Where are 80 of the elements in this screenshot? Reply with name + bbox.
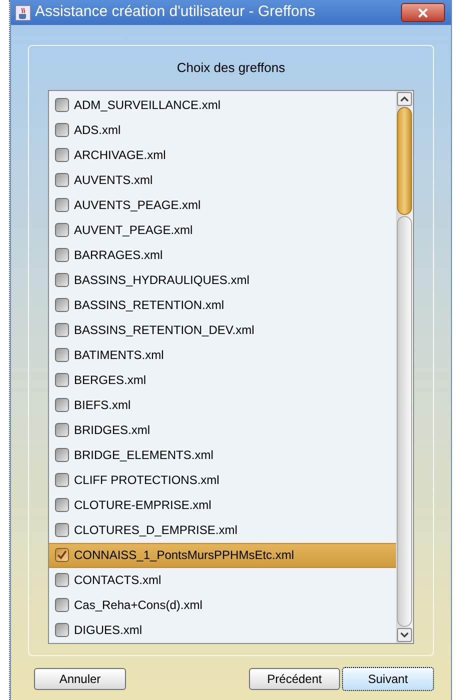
item-label: BASSINS_HYDRAULIQUES.xml	[74, 272, 250, 289]
list-item[interactable]: AUVENTS.xml	[49, 168, 396, 192]
checkbox[interactable]	[55, 148, 69, 162]
list-item[interactable]: BASSINS_RETENTION.xml	[49, 292, 396, 318]
item-label: AUVENT_PEAGE.xml	[74, 222, 193, 239]
checkbox[interactable]	[55, 373, 69, 387]
cancel-button[interactable]: Annuler	[34, 668, 126, 690]
list-item[interactable]: DIGUES.xml	[49, 618, 396, 642]
list-item[interactable]: BERGES.xml	[49, 368, 396, 392]
list-item[interactable]: AUVENTS_PEAGE.xml	[49, 192, 396, 218]
list-item[interactable]: ADM_SURVEILLANCE.xml	[49, 92, 396, 118]
list-item[interactable]: BASSINS_HYDRAULIQUES.xml	[49, 268, 396, 292]
checkbox[interactable]	[55, 448, 69, 462]
item-label: Cas_Reha+Cons(d).xml	[74, 597, 202, 614]
checkbox[interactable]	[55, 398, 69, 412]
checkbox[interactable]	[55, 473, 69, 487]
list-item[interactable]: CLOTURES_D_EMPRISE.xml	[49, 518, 396, 542]
item-label: CLOTURES_D_EMPRISE.xml	[74, 522, 238, 539]
checkbox[interactable]	[55, 223, 69, 237]
scroll-thumb[interactable]	[397, 106, 412, 214]
checkbox[interactable]	[55, 623, 69, 637]
list-item[interactable]: ADS.xml	[49, 118, 396, 142]
checkbox[interactable]	[55, 598, 69, 612]
list-item[interactable]: CONNAISS_1_PontsMursPPHMsEtc.xml	[49, 542, 396, 568]
checkbox[interactable]	[55, 248, 69, 262]
checkbox[interactable]	[55, 323, 69, 337]
item-label: BARRAGES.xml	[74, 247, 163, 264]
list-item[interactable]: AUVENT_PEAGE.xml	[49, 218, 396, 242]
list-item[interactable]: BIEFS.xml	[49, 392, 396, 418]
item-label: BASSINS_RETENTION_DEV.xml	[74, 322, 254, 339]
checkbox[interactable]	[55, 523, 69, 537]
java-cup-icon	[15, 4, 31, 20]
checkbox[interactable]	[55, 548, 69, 562]
list-item[interactable]: ARCHIVAGE.xml	[49, 142, 396, 168]
item-label: CONTACTS.xml	[74, 572, 162, 589]
caret-down-icon	[400, 632, 409, 638]
list-item[interactable]: BATIMENTS.xml	[49, 342, 396, 368]
checkbox[interactable]	[55, 573, 69, 587]
item-label: BATIMENTS.xml	[74, 347, 164, 364]
item-label: BIEFS.xml	[74, 397, 131, 414]
scroll-down-button[interactable]	[397, 628, 412, 642]
item-label: AUVENTS_PEAGE.xml	[74, 197, 201, 214]
list-item[interactable]: BASSINS_RETENTION_DEV.xml	[49, 318, 396, 342]
list-item[interactable]: BRIDGE_ELEMENTS.xml	[49, 442, 396, 468]
item-label: ARCHIVAGE.xml	[74, 147, 166, 164]
item-label: BRIDGES.xml	[74, 422, 150, 439]
checkbox[interactable]	[55, 98, 69, 112]
list-item[interactable]: Cas_Reha+Cons(d).xml	[49, 592, 396, 618]
list-item[interactable]: BRIDGES.xml	[49, 418, 396, 442]
scroll-up-button[interactable]	[397, 92, 412, 106]
item-label: BRIDGE_ELEMENTS.xml	[74, 447, 214, 464]
window-title: Assistance création d'utilisateur - Greffons	[35, 2, 316, 22]
item-label: CLIFF PROTECTIONS.xml	[74, 472, 220, 489]
list-item[interactable]: CLOTURE-EMPRISE.xml	[49, 492, 396, 518]
item-label: BASSINS_RETENTION.xml	[74, 297, 224, 314]
item-label: BERGES.xml	[74, 372, 146, 389]
checkbox[interactable]	[55, 348, 69, 362]
caret-up-icon	[400, 96, 409, 102]
checkbox[interactable]	[55, 198, 69, 212]
checkbox[interactable]	[55, 423, 69, 437]
list-item[interactable]: CLIFF PROTECTIONS.xml	[49, 468, 396, 492]
next-button[interactable]: Suivant	[342, 667, 434, 691]
item-label: ADM_SURVEILLANCE.xml	[74, 97, 220, 114]
checkbox[interactable]	[55, 498, 69, 512]
item-label: CONNAISS_1_PontsMursPPHMsEtc.xml	[74, 547, 294, 564]
item-label: AUVENTS.xml	[74, 172, 153, 189]
close-icon	[418, 8, 428, 18]
item-label: ADS.xml	[74, 122, 121, 139]
list-item[interactable]: BARRAGES.xml	[49, 242, 396, 268]
panel-title: Choix des greffons	[176, 59, 286, 77]
scrollbar[interactable]	[396, 90, 413, 642]
list-item[interactable]: CONTACTS.xml	[49, 568, 396, 592]
checkbox[interactable]	[55, 273, 69, 287]
close-button[interactable]	[401, 3, 445, 22]
checkbox[interactable]	[55, 173, 69, 187]
previous-button[interactable]: Précédent	[249, 668, 340, 690]
item-label: DIGUES.xml	[74, 622, 142, 639]
item-label: CLOTURE-EMPRISE.xml	[74, 497, 212, 514]
checkbox[interactable]	[55, 298, 69, 312]
checkbox[interactable]	[55, 123, 69, 137]
